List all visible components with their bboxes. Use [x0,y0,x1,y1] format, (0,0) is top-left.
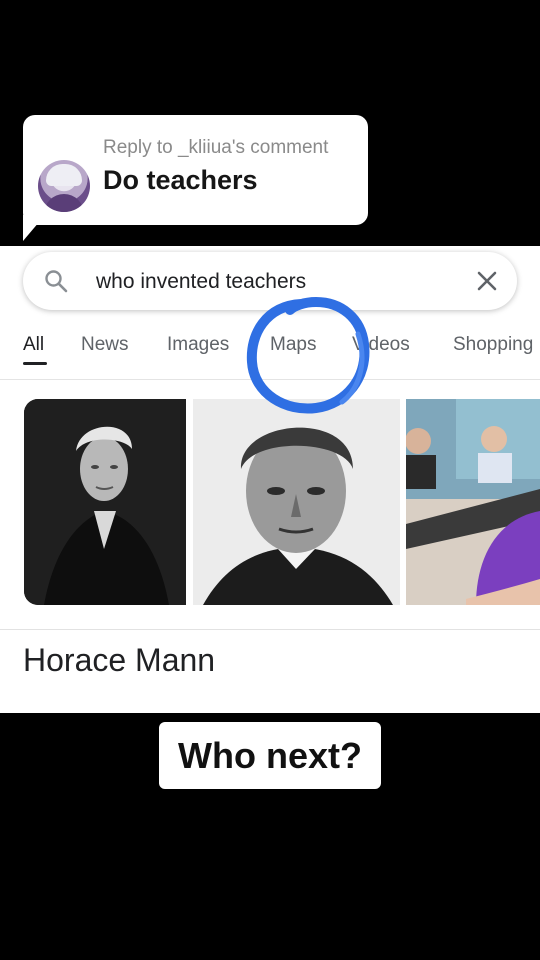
reply-to-label: Reply to _kliiua's comment [103,137,329,158]
image-result-classroom-photo[interactable] [406,399,540,605]
reply-comment-text: Do teachers [103,165,258,195]
search-icon[interactable] [44,269,68,293]
hand-drawn-circle-annotation [246,296,370,414]
tab-news[interactable]: News [81,334,129,356]
tab-images[interactable]: Images [167,334,229,356]
image-result-engraving-portrait[interactable] [193,399,400,605]
image-results-strip [24,399,540,605]
tab-shopping[interactable]: Shopping [453,334,533,356]
search-input[interactable]: who invented teachers [96,270,306,294]
video-caption: Who next? [159,722,381,789]
reply-bubble-tail [23,215,45,241]
tab-all[interactable]: All [23,334,44,356]
close-icon[interactable] [474,268,500,294]
result-divider [0,629,540,630]
active-tab-underline [23,362,47,365]
avatar [38,160,90,212]
answer-title[interactable]: Horace Mann [23,642,215,679]
reply-comment-bubble[interactable]: Reply to _kliiua's comment Do teachers [23,115,368,225]
image-result-portrait-photo[interactable] [24,399,186,605]
caption-text: Who next? [178,734,362,776]
